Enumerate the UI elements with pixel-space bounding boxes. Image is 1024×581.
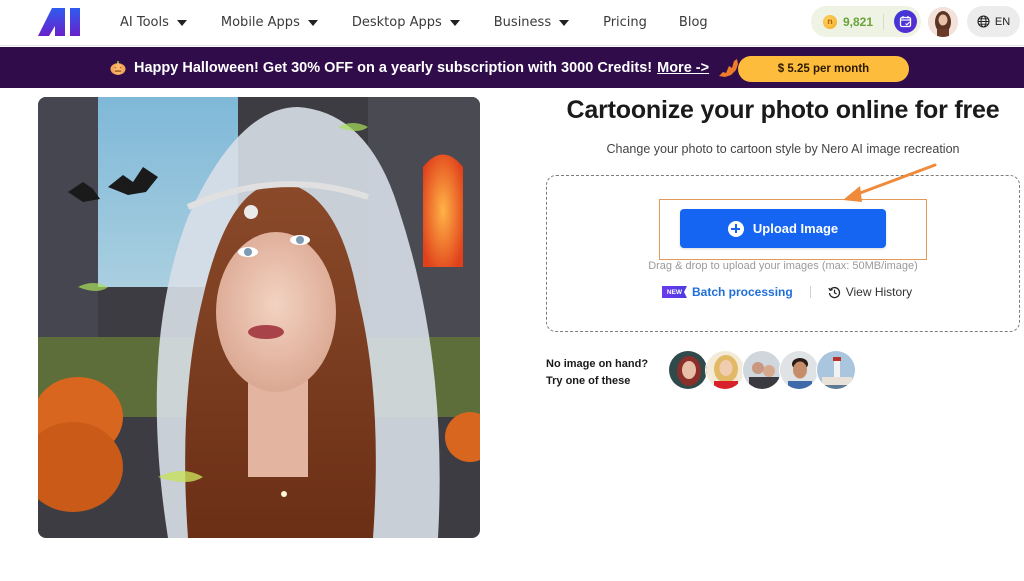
divider [809, 286, 811, 298]
view-history-label: View History [845, 285, 913, 299]
user-avatar[interactable] [928, 7, 958, 37]
promo-message: Happy Halloween! Get 30% OFF on a yearly… [110, 47, 739, 88]
nav-label: Mobile Apps [220, 14, 300, 30]
logo-icon[interactable] [38, 6, 84, 38]
credits-value: 9,821 [843, 14, 874, 29]
history-icon [827, 286, 840, 298]
promo-text: Happy Halloween! Get 30% OFF on a yearly… [134, 59, 653, 76]
coin-icon: n [823, 14, 837, 29]
sample-couple-selfie[interactable] [742, 350, 782, 390]
upload-dropzone[interactable] [546, 175, 1020, 332]
divider [883, 13, 885, 30]
pumpkin-icon [110, 60, 126, 75]
nav-pricing[interactable]: Pricing [603, 15, 647, 30]
calendar-check-icon[interactable] [894, 10, 917, 33]
upload-button-label: Upload Image [752, 221, 839, 236]
bat-icon [719, 58, 739, 77]
main-nav: AI Tools Mobile Apps Desktop Apps Busine… [120, 0, 740, 44]
view-history-link[interactable]: View History [827, 285, 913, 299]
nav-ai-tools[interactable]: AI Tools [120, 15, 187, 30]
language-label: EN [994, 15, 1011, 28]
sample-images [668, 350, 856, 390]
globe-icon [977, 15, 990, 28]
nav-desktop-apps[interactable]: Desktop Apps [352, 15, 460, 30]
sample-lighthouse[interactable] [816, 350, 856, 390]
nav-mobile-apps[interactable]: Mobile Apps [221, 15, 318, 30]
top-navbar: AI Tools Mobile Apps Desktop Apps Busine… [0, 0, 1024, 46]
upload-image-button[interactable]: Upload Image [680, 209, 886, 248]
sample-woman-redhair[interactable] [668, 350, 708, 390]
language-selector[interactable]: EN [967, 6, 1020, 37]
promo-more-link[interactable]: More -> [657, 60, 709, 76]
nav-label: Business [493, 14, 552, 30]
caret-down-icon [449, 19, 460, 26]
sample-man-smiling[interactable] [779, 350, 819, 390]
nav-blog[interactable]: Blog [679, 15, 708, 30]
nav-label: AI Tools [120, 14, 169, 30]
nav-label: Pricing [603, 14, 647, 30]
drag-drop-hint: Drag & drop to upload your images (max: … [648, 260, 918, 272]
example-photo [38, 97, 480, 538]
page-subtitle: Change your photo to cartoon style by Ne… [606, 142, 960, 156]
nav-label: Blog [678, 14, 708, 30]
nav-business[interactable]: Business [493, 14, 570, 30]
sample-prompt-line1: No image on hand? [546, 358, 649, 370]
caret-down-icon [307, 19, 318, 26]
batch-processing-link[interactable]: Batch processing [692, 285, 793, 299]
new-badge: NEW [662, 286, 687, 298]
sample-woman-blonde[interactable] [705, 350, 745, 390]
caret-down-icon [559, 19, 570, 26]
credits-pill[interactable]: n 9,821 [811, 6, 921, 37]
promo-price-button[interactable]: $ 5.25 per month [738, 56, 909, 82]
nav-label: Desktop Apps [351, 14, 442, 30]
sample-prompt-line2: Try one of these [546, 375, 631, 387]
sample-prompt: No image on hand? Try one of these [546, 356, 648, 390]
batch-history-row: NEW Batch processing View History [662, 283, 912, 301]
caret-down-icon [176, 19, 187, 26]
page-title: Cartoonize your photo online for free [566, 96, 1000, 124]
plus-circle-icon [727, 220, 744, 237]
